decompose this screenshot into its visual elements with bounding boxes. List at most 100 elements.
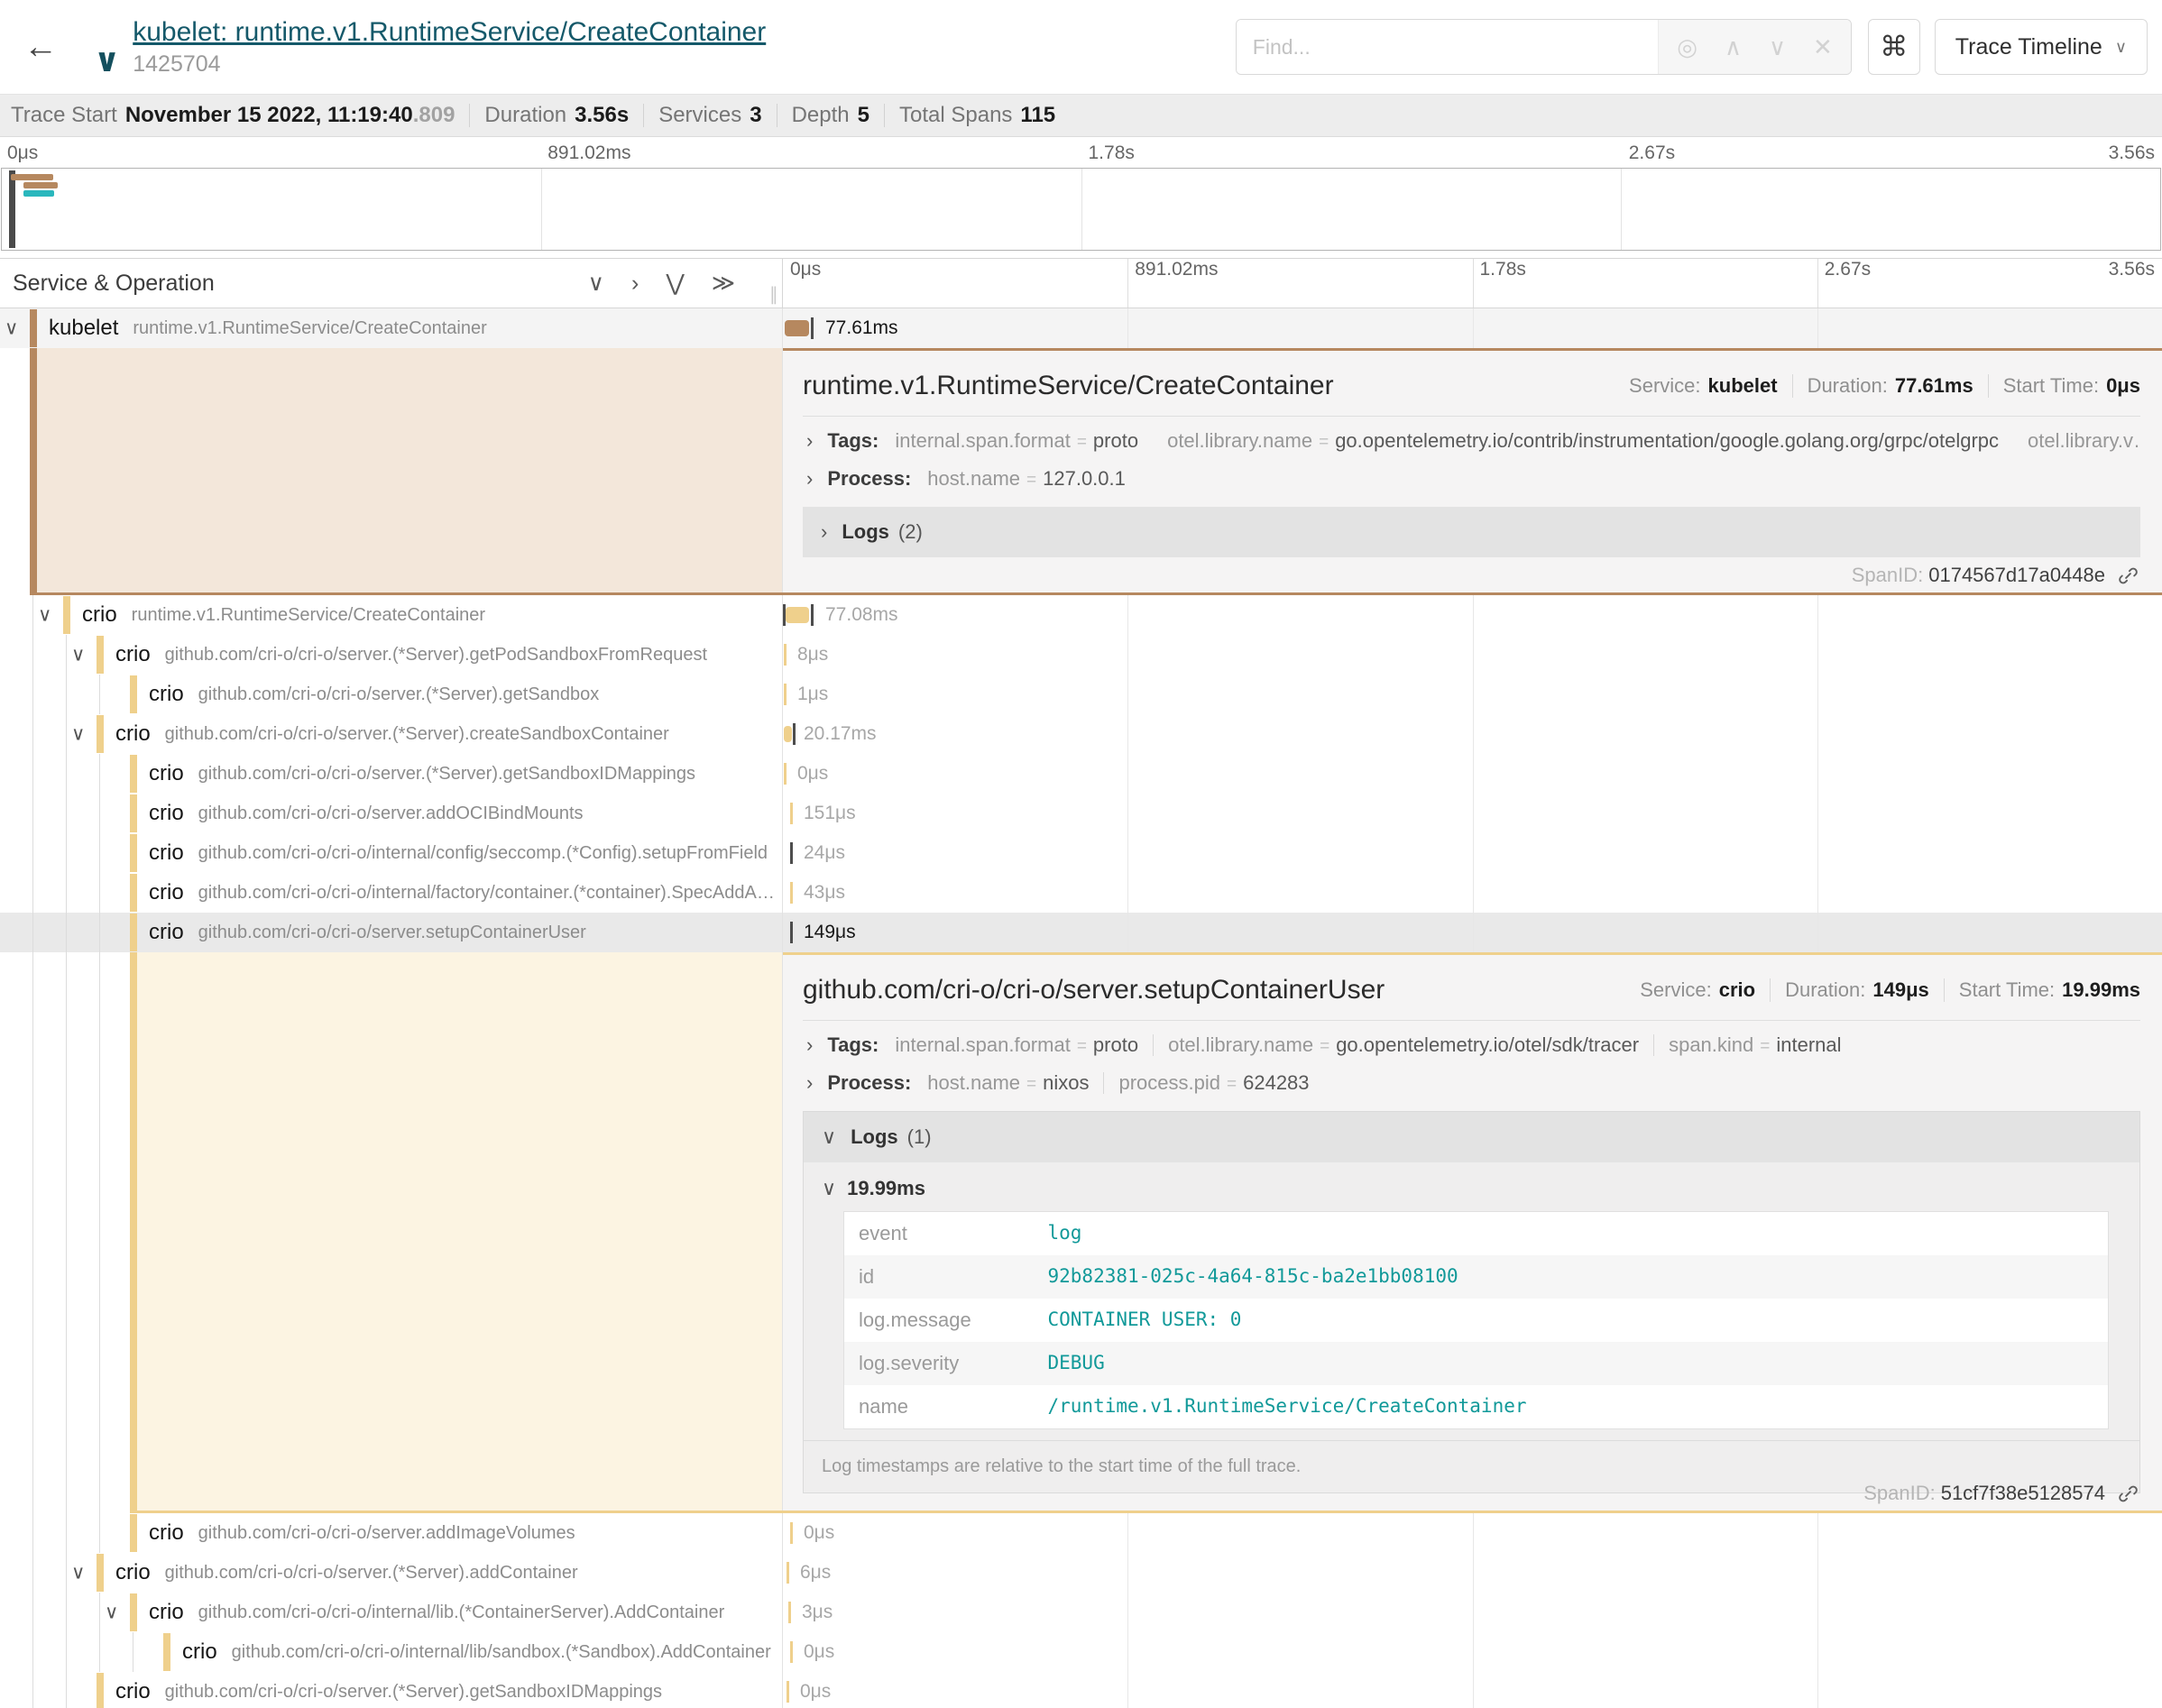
span-row[interactable]: criogithub.com/cri-o/cri-o/internal/fact… <box>0 873 2162 913</box>
service-operation-header: Service & Operation ∨ › ⋁ ≫ ∥ <box>0 259 783 308</box>
span-row-timeline-cell[interactable]: 0μs <box>783 1632 2162 1672</box>
span-row-timeline-cell[interactable]: 20.17ms <box>783 714 2162 754</box>
collapse-all-icon[interactable]: ⋁ <box>666 272 685 295</box>
chevron-down-icon[interactable]: ∨ <box>105 1602 118 1624</box>
span-row[interactable]: criogithub.com/cri-o/cri-o/internal/lib/… <box>0 1632 2162 1672</box>
expand-one-icon[interactable]: › <box>631 272 639 295</box>
keyboard-shortcuts-button[interactable]: ⌘ <box>1868 19 1920 75</box>
chevron-down-icon[interactable]: ∨ <box>38 604 51 627</box>
span-row[interactable]: ∨crioruntime.v1.RuntimeService/CreateCon… <box>0 595 2162 635</box>
logs-section-header[interactable]: ∨Logs(1) <box>804 1112 2139 1162</box>
span-row-timeline-cell[interactable]: 0μs <box>783 1672 2162 1708</box>
span-row-timeline-cell[interactable]: 1μs <box>783 675 2162 714</box>
span-row[interactable]: criogithub.com/cri-o/cri-o/server.(*Serv… <box>0 754 2162 794</box>
view-selector-button[interactable]: Trace Timeline ∨ <box>1935 19 2148 75</box>
prev-result-icon[interactable]: ∧ <box>1725 35 1742 59</box>
span-row-name-cell[interactable]: ∨criogithub.com/cri-o/cri-o/internal/lib… <box>0 1593 783 1632</box>
span-row-name-cell[interactable]: criogithub.com/cri-o/cri-o/server.(*Serv… <box>0 675 783 714</box>
span-row[interactable]: ∨criogithub.com/cri-o/cri-o/server.(*Ser… <box>0 714 2162 754</box>
trace-title-link[interactable]: kubelet: runtime.v1.RuntimeService/Creat… <box>133 17 766 48</box>
chevron-down-icon[interactable]: ∨ <box>71 1562 85 1584</box>
span-row-timeline-cell[interactable]: 24μs <box>783 833 2162 873</box>
span-row-timeline-cell[interactable]: 151μs <box>783 794 2162 833</box>
tags-summary-row[interactable]: ›Tags:internal.span.format=protootel.lib… <box>803 1021 2140 1059</box>
tags-summary-row[interactable]: ›Tags:internal.span.format=protootel.lib… <box>803 417 2140 455</box>
log-field-row: log.messageCONTAINER USER: 0 <box>844 1299 2109 1342</box>
span-row-timeline-cell[interactable]: 0μs <box>783 1513 2162 1553</box>
span-row-name-cell[interactable]: criogithub.com/cri-o/cri-o/server.(*Serv… <box>0 754 783 794</box>
timeline-grid-line <box>1127 1593 1128 1632</box>
span-row[interactable]: criogithub.com/cri-o/cri-o/server.(*Serv… <box>0 675 2162 714</box>
span-row-timeline-cell[interactable]: 77.08ms <box>783 595 2162 635</box>
span-row-name-cell[interactable]: ∨crioruntime.v1.RuntimeService/CreateCon… <box>0 595 783 635</box>
summary-separator <box>469 104 470 127</box>
span-row-name-cell[interactable]: criogithub.com/cri-o/cri-o/internal/lib/… <box>0 1632 783 1672</box>
span-row-timeline-cell[interactable]: 6μs <box>783 1553 2162 1593</box>
minimap-drag-handle[interactable] <box>9 170 15 248</box>
service-color-bar <box>130 1514 137 1552</box>
span-row[interactable]: criogithub.com/cri-o/cri-o/server.addIma… <box>0 1513 2162 1553</box>
span-row[interactable]: criogithub.com/cri-o/cri-o/server.addOCI… <box>0 794 2162 833</box>
tags-label: Tags: <box>827 1033 879 1057</box>
span-row[interactable]: ∨kubeletruntime.v1.RuntimeService/Create… <box>0 308 2162 348</box>
column-resizer-handle[interactable]: ∥ <box>769 283 778 306</box>
trace-collapse-icon[interactable]: ∨ <box>94 44 120 77</box>
link-icon[interactable] <box>2118 1483 2139 1504</box>
operation-name: github.com/cri-o/cri-o/internal/lib/sand… <box>232 1642 771 1663</box>
span-row-name-cell[interactable]: criogithub.com/cri-o/cri-o/server.addOCI… <box>0 794 783 833</box>
span-row[interactable]: criogithub.com/cri-o/cri-o/server.setupC… <box>0 913 2162 952</box>
span-boundary-tick <box>790 1641 793 1663</box>
span-row-name-cell[interactable]: criogithub.com/cri-o/cri-o/internal/conf… <box>0 833 783 873</box>
span-row-timeline-cell[interactable]: 149μs <box>783 913 2162 952</box>
span-row[interactable]: criogithub.com/cri-o/cri-o/server.(*Serv… <box>0 1672 2162 1708</box>
span-row-name-cell[interactable]: criogithub.com/cri-o/cri-o/server.setupC… <box>0 913 783 952</box>
clear-search-icon[interactable]: ✕ <box>1813 35 1833 59</box>
span-detail-left-filler <box>0 348 783 595</box>
span-row-name-cell[interactable]: criogithub.com/cri-o/cri-o/server.(*Serv… <box>0 1672 783 1708</box>
span-row-name-cell[interactable]: ∨criogithub.com/cri-o/cri-o/server.(*Ser… <box>0 714 783 754</box>
locate-icon[interactable]: ◎ <box>1677 35 1697 59</box>
timeline-grid-line <box>1127 1632 1128 1672</box>
operation-name: github.com/cri-o/cri-o/server.(*Server).… <box>165 724 669 745</box>
span-row-name-cell[interactable]: criogithub.com/cri-o/cri-o/internal/fact… <box>0 873 783 913</box>
chevron-down-icon[interactable]: ∨ <box>5 317 18 340</box>
indent-guide-line <box>66 714 67 754</box>
chevron-down-icon[interactable]: ∨ <box>71 644 85 666</box>
find-input[interactable] <box>1237 20 1658 74</box>
span-row-name-cell[interactable]: criogithub.com/cri-o/cri-o/server.addIma… <box>0 1513 783 1553</box>
process-summary-row[interactable]: ›Process:host.name=nixosprocess.pid=6242… <box>803 1059 2140 1097</box>
logs-label: Logs <box>842 520 889 544</box>
indent-guide-line <box>99 754 100 794</box>
logs-section-header[interactable]: ›Logs(2) <box>803 507 2140 557</box>
next-result-icon[interactable]: ∨ <box>1769 35 1786 59</box>
log-fields-table: eventlogid92b82381-025c-4a64-815c-ba2e1b… <box>843 1211 2109 1429</box>
collapse-one-icon[interactable]: ∨ <box>588 272 604 295</box>
span-row-timeline-cell[interactable]: 0μs <box>783 754 2162 794</box>
span-row-timeline-cell[interactable]: 8μs <box>783 635 2162 675</box>
log-field-value: /runtime.v1.RuntimeService/CreateContain… <box>1034 1385 2109 1429</box>
minimap-grid-line <box>1081 169 1082 250</box>
span-row[interactable]: ∨criogithub.com/cri-o/cri-o/server.(*Ser… <box>0 635 2162 675</box>
link-icon[interactable] <box>2118 565 2139 586</box>
process-summary-row[interactable]: ›Process:host.name=127.0.0.1 <box>803 455 2140 492</box>
span-row-name-cell[interactable]: ∨kubeletruntime.v1.RuntimeService/Create… <box>0 308 783 348</box>
span-row-timeline-cell[interactable]: 3μs <box>783 1593 2162 1632</box>
expand-all-icon[interactable]: ≫ <box>712 272 735 295</box>
span-row-timeline-cell[interactable]: 43μs <box>783 873 2162 913</box>
timeline-grid-line <box>1473 873 1474 913</box>
span-row-name-cell[interactable]: ∨criogithub.com/cri-o/cri-o/server.(*Ser… <box>0 635 783 675</box>
minimap-tick-labels: 0μs891.02ms1.78s2.67s3.56s <box>0 142 2162 166</box>
span-row-name-cell[interactable]: ∨criogithub.com/cri-o/cri-o/server.(*Ser… <box>0 1553 783 1593</box>
indent-guide-line <box>99 794 100 833</box>
span-row[interactable]: criogithub.com/cri-o/cri-o/internal/conf… <box>0 833 2162 873</box>
back-button[interactable]: ← <box>23 30 58 64</box>
span-row[interactable]: ∨criogithub.com/cri-o/cri-o/internal/lib… <box>0 1593 2162 1632</box>
chevron-down-icon[interactable]: ∨ <box>71 723 85 746</box>
minimap-canvas[interactable] <box>1 168 2161 251</box>
span-id-row: SpanID:0174567d17a0448e <box>1852 564 2139 587</box>
span-row[interactable]: ∨criogithub.com/cri-o/cri-o/server.(*Ser… <box>0 1553 2162 1593</box>
span-rows-container: ∨kubeletruntime.v1.RuntimeService/Create… <box>0 308 2162 1708</box>
span-row-timeline-cell[interactable]: 77.61ms <box>783 308 2162 348</box>
log-entry-toggle[interactable]: ∨19.99ms <box>804 1164 2139 1202</box>
service-name: crio <box>149 801 184 826</box>
